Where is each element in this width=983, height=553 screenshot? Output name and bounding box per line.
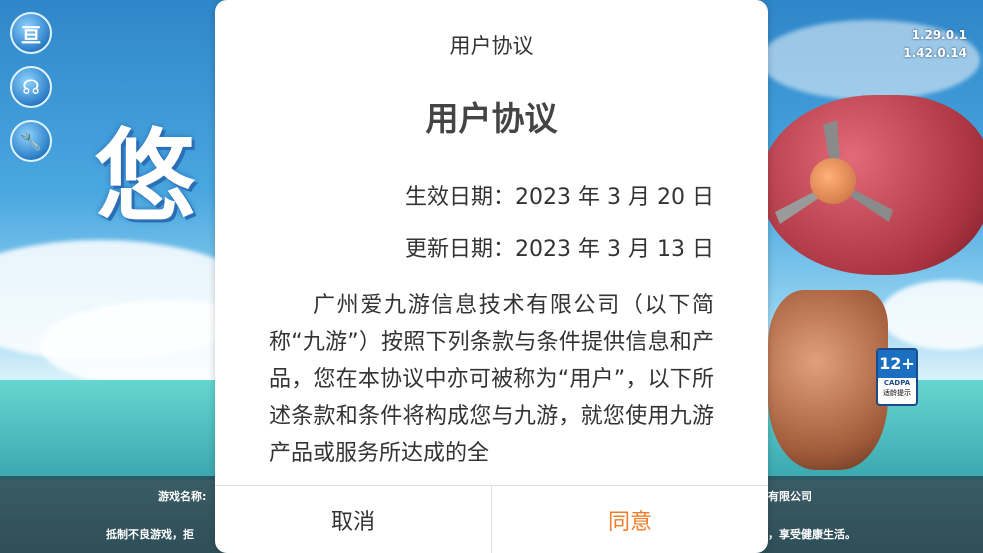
customer-service-icon: ☊ xyxy=(22,75,40,99)
age-rating-org: CADPA xyxy=(883,379,911,387)
airship-deck xyxy=(768,290,888,470)
customer-service-button[interactable]: ☊ xyxy=(10,66,52,108)
cancel-button[interactable]: 取消 xyxy=(215,486,492,553)
notice-icon: 亘 xyxy=(21,22,41,47)
wrench-icon: 🔧 xyxy=(19,130,43,152)
agreement-body: 广州爱九游信息技术有限公司（以下简称“九游”）按照下列条款与条件提供信息和产品，… xyxy=(269,293,714,466)
user-agreement-dialog: 用户协议 用户协议 生效日期：2023 年 3 月 20 日 更新日期：2023… xyxy=(215,0,768,553)
settings-button[interactable]: 🔧 xyxy=(10,120,52,162)
footer-company: 有限公司 xyxy=(768,490,812,503)
footer-health-notice-right: ，享受健康生活。 xyxy=(768,528,856,541)
footer-health-notice-left: 抵制不良游戏，拒 xyxy=(106,528,194,541)
updated-date: 更新日期：2023 年 3 月 13 日 xyxy=(405,237,714,262)
footer-game-name: 游戏名称: xyxy=(158,490,207,503)
agreement-title: 用户协议 xyxy=(425,99,558,138)
dialog-header: 用户协议 xyxy=(449,34,534,58)
version-resource: 1.42.0.14 xyxy=(903,46,967,60)
age-rating-label: 适龄提示 xyxy=(883,389,911,397)
propeller-hub xyxy=(810,158,856,204)
age-rating-value: 12+ xyxy=(878,350,916,378)
agree-button[interactable]: 同意 xyxy=(492,486,768,553)
agreement-content[interactable]: 用户协议 生效日期：2023 年 3 月 20 日 更新日期：2023 年 3 … xyxy=(269,95,714,475)
version-client: 1.29.0.1 xyxy=(911,28,967,42)
age-rating-badge[interactable]: 12+ CADPA 适龄提示 xyxy=(876,348,918,406)
dialog-button-row: 取消 同意 xyxy=(215,485,768,553)
game-title-art: 悠 xyxy=(95,117,195,235)
effective-date: 生效日期：2023 年 3 月 20 日 xyxy=(405,185,714,210)
notice-button[interactable]: 亘 xyxy=(10,12,52,54)
